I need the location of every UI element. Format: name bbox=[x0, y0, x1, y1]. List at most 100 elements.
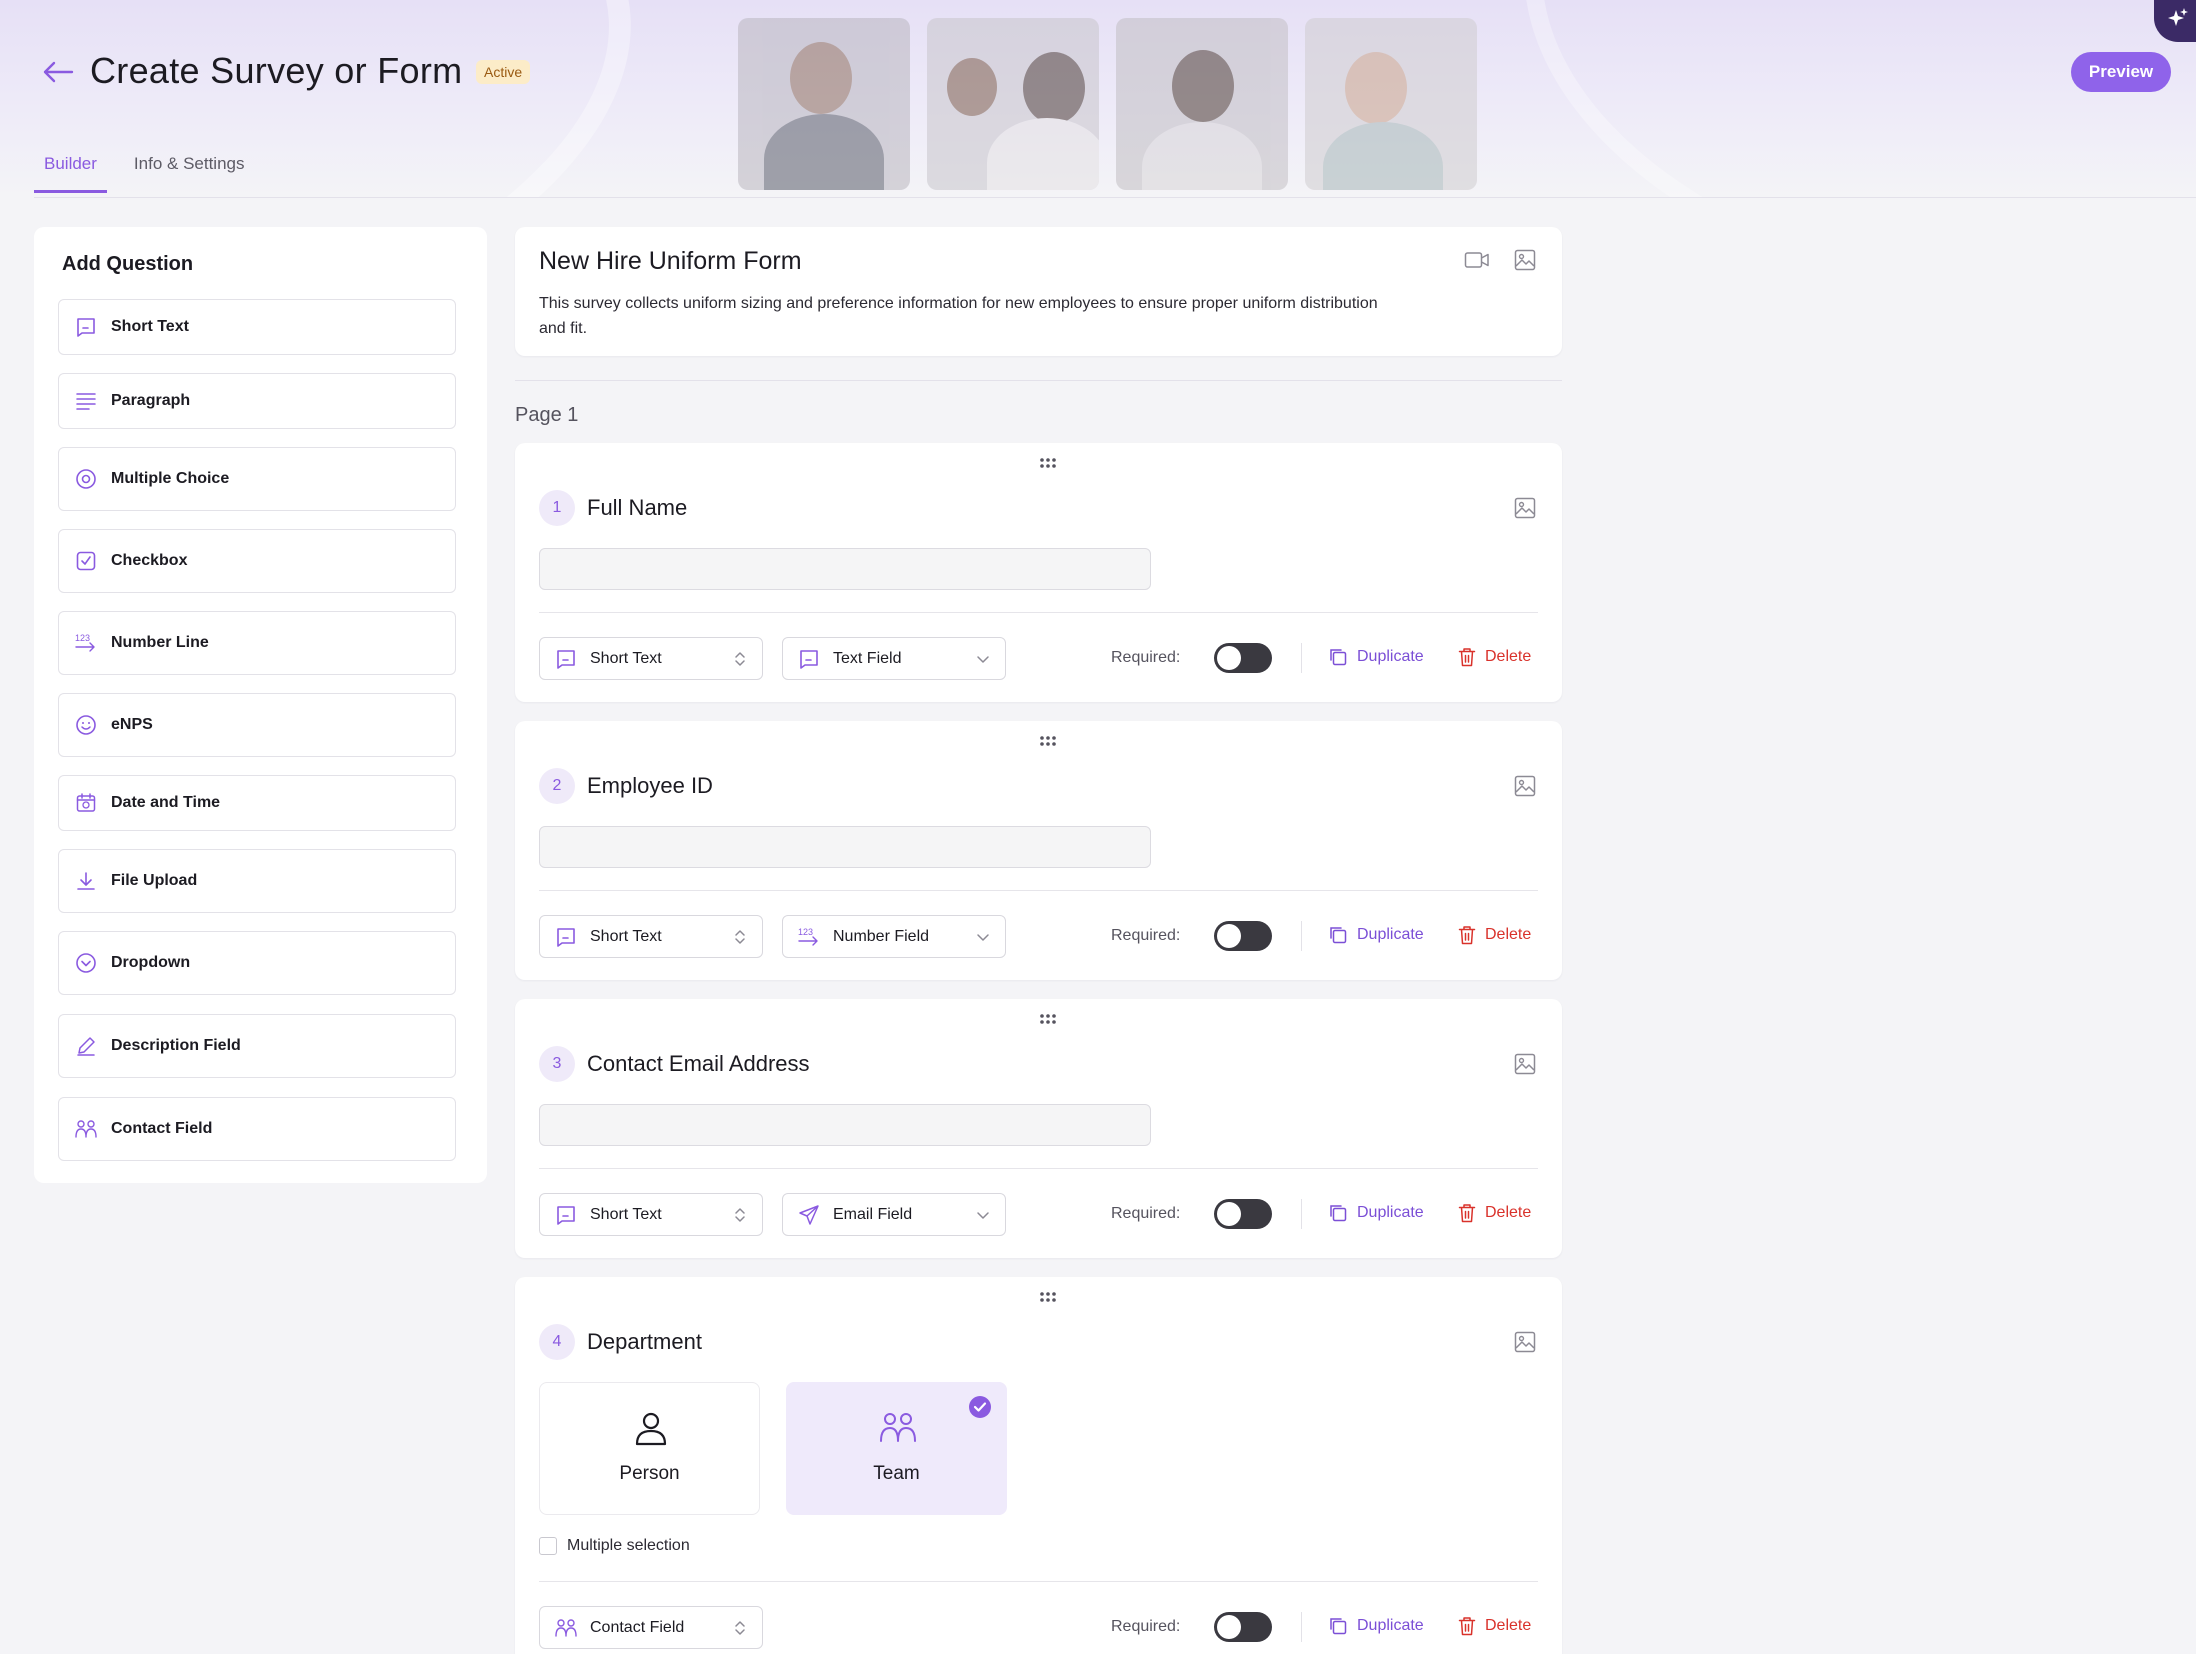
toggle-knob bbox=[1217, 646, 1241, 670]
duplicate-button[interactable]: Duplicate bbox=[1328, 1616, 1424, 1636]
chevron-up-down-icon bbox=[735, 929, 745, 944]
question-type-select[interactable]: Short Text bbox=[539, 637, 763, 680]
copy-icon bbox=[1330, 649, 1347, 666]
add-image-button[interactable] bbox=[1512, 1051, 1538, 1077]
decorative-arc bbox=[1478, 0, 2196, 198]
question-type-label: Date and Time bbox=[111, 794, 221, 811]
required-toggle[interactable] bbox=[1214, 643, 1272, 673]
add-contact-field-button[interactable]: Contact Field bbox=[58, 1097, 456, 1161]
answer-preview-input bbox=[539, 548, 1151, 590]
multiple-selection-label: Multiple selection bbox=[567, 1537, 690, 1554]
section-divider bbox=[515, 380, 1562, 381]
field-subtype-select[interactable]: Text Field bbox=[782, 637, 1006, 680]
image-icon bbox=[1514, 249, 1536, 271]
add-number-line-button[interactable]: 123 Number Line bbox=[58, 611, 456, 675]
preview-button[interactable]: Preview bbox=[2071, 52, 2171, 92]
required-toggle[interactable] bbox=[1214, 921, 1272, 951]
add-description-field-button[interactable]: Description Field bbox=[58, 1014, 456, 1078]
add-video-button[interactable] bbox=[1464, 247, 1490, 273]
copy-icon bbox=[1330, 1205, 1347, 1222]
question-card: 1 Full Name Short Text Text Field Requir… bbox=[515, 443, 1562, 702]
drag-handle-icon[interactable] bbox=[1039, 1291, 1057, 1303]
required-toggle[interactable] bbox=[1214, 1199, 1272, 1229]
drag-handle-icon[interactable] bbox=[1039, 457, 1057, 469]
radio-circle-icon bbox=[73, 466, 99, 492]
option-person[interactable]: Person bbox=[539, 1382, 760, 1515]
delete-button[interactable]: Delete bbox=[1458, 1616, 1531, 1636]
back-button[interactable] bbox=[38, 56, 78, 88]
question-divider bbox=[539, 1168, 1538, 1169]
question-card: 3 Contact Email Address Short Text Email… bbox=[515, 999, 1562, 1258]
question-type-select[interactable]: Short Text bbox=[539, 1193, 763, 1236]
person-icon bbox=[635, 1412, 667, 1446]
pencil-icon bbox=[73, 1033, 99, 1059]
add-image-button[interactable] bbox=[1512, 495, 1538, 521]
required-label: Required: bbox=[1111, 1205, 1181, 1222]
field-subtype-select[interactable]: 123 Number Field bbox=[782, 915, 1006, 958]
separator bbox=[1301, 1199, 1302, 1229]
add-dropdown-button[interactable]: Dropdown bbox=[58, 931, 456, 995]
question-title[interactable]: Contact Email Address bbox=[587, 1051, 810, 1077]
form-info-card: New Hire Uniform Form This survey collec… bbox=[515, 227, 1562, 356]
chat-box-icon bbox=[554, 925, 578, 949]
people-icon bbox=[554, 1616, 578, 1640]
add-image-button[interactable] bbox=[1512, 773, 1538, 799]
form-title[interactable]: New Hire Uniform Form bbox=[539, 247, 802, 276]
toggle-knob bbox=[1217, 924, 1241, 948]
add-checkbox-button[interactable]: Checkbox bbox=[58, 529, 456, 593]
question-type-select[interactable]: Short Text bbox=[539, 915, 763, 958]
duplicate-button[interactable]: Duplicate bbox=[1328, 647, 1424, 667]
form-media-buttons bbox=[1464, 247, 1538, 273]
add-question-panel: Add Question Short Text Paragraph Multip… bbox=[34, 227, 487, 1183]
trash-icon bbox=[1458, 1617, 1476, 1636]
add-image-button[interactable] bbox=[1512, 247, 1538, 273]
toggle-knob bbox=[1217, 1615, 1241, 1639]
trash-icon bbox=[1458, 926, 1476, 945]
required-toggle[interactable] bbox=[1214, 1612, 1272, 1642]
add-short-text-button[interactable]: Short Text bbox=[58, 299, 456, 355]
hero-photo bbox=[1116, 18, 1288, 190]
multiple-selection-checkbox[interactable] bbox=[539, 1537, 557, 1555]
question-title[interactable]: Full Name bbox=[587, 495, 687, 521]
select-value: Text Field bbox=[833, 649, 902, 667]
add-file-upload-button[interactable]: File Upload bbox=[58, 849, 456, 913]
add-paragraph-button[interactable]: Paragraph bbox=[58, 373, 456, 429]
question-type-select[interactable]: Contact Field bbox=[539, 1606, 763, 1649]
required-label: Required: bbox=[1111, 1618, 1181, 1635]
add-enps-button[interactable]: eNPS bbox=[58, 693, 456, 757]
question-number: 1 bbox=[539, 490, 575, 526]
delete-button[interactable]: Delete bbox=[1458, 925, 1531, 945]
delete-button[interactable]: Delete bbox=[1458, 1203, 1531, 1223]
field-subtype-select[interactable]: Email Field bbox=[782, 1193, 1006, 1236]
drag-handle-icon[interactable] bbox=[1039, 735, 1057, 747]
question-title[interactable]: Employee ID bbox=[587, 773, 713, 799]
video-camera-icon bbox=[1464, 252, 1489, 268]
trash-icon bbox=[1458, 648, 1476, 667]
question-type-label: Multiple Choice bbox=[111, 470, 230, 487]
duplicate-label: Duplicate bbox=[1357, 1204, 1424, 1221]
separator bbox=[1301, 921, 1302, 951]
delete-button[interactable]: Delete bbox=[1458, 647, 1531, 667]
add-image-button[interactable] bbox=[1512, 1329, 1538, 1355]
duplicate-button[interactable]: Duplicate bbox=[1328, 925, 1424, 945]
hero-photo bbox=[738, 18, 910, 190]
tab-info-settings[interactable]: Info & Settings bbox=[124, 146, 255, 193]
tab-builder[interactable]: Builder bbox=[34, 146, 107, 193]
required-label: Required: bbox=[1111, 649, 1181, 666]
required-label: Required: bbox=[1111, 927, 1181, 944]
checkbox-icon bbox=[73, 548, 99, 574]
chevron-down-icon bbox=[977, 933, 989, 941]
select-value: Contact Field bbox=[590, 1618, 685, 1636]
select-value: Short Text bbox=[590, 1205, 662, 1223]
select-value: Short Text bbox=[590, 927, 662, 945]
chevron-up-down-icon bbox=[735, 651, 745, 666]
duplicate-button[interactable]: Duplicate bbox=[1328, 1203, 1424, 1223]
question-title[interactable]: Department bbox=[587, 1329, 702, 1355]
image-icon bbox=[1514, 1331, 1536, 1353]
add-date-time-button[interactable]: Date and Time bbox=[58, 775, 456, 831]
question-number: 2 bbox=[539, 768, 575, 804]
form-description[interactable]: This survey collects uniform sizing and … bbox=[539, 291, 1399, 341]
drag-handle-icon[interactable] bbox=[1039, 1013, 1057, 1025]
option-team[interactable]: Team bbox=[786, 1382, 1007, 1515]
add-multiple-choice-button[interactable]: Multiple Choice bbox=[58, 447, 456, 511]
